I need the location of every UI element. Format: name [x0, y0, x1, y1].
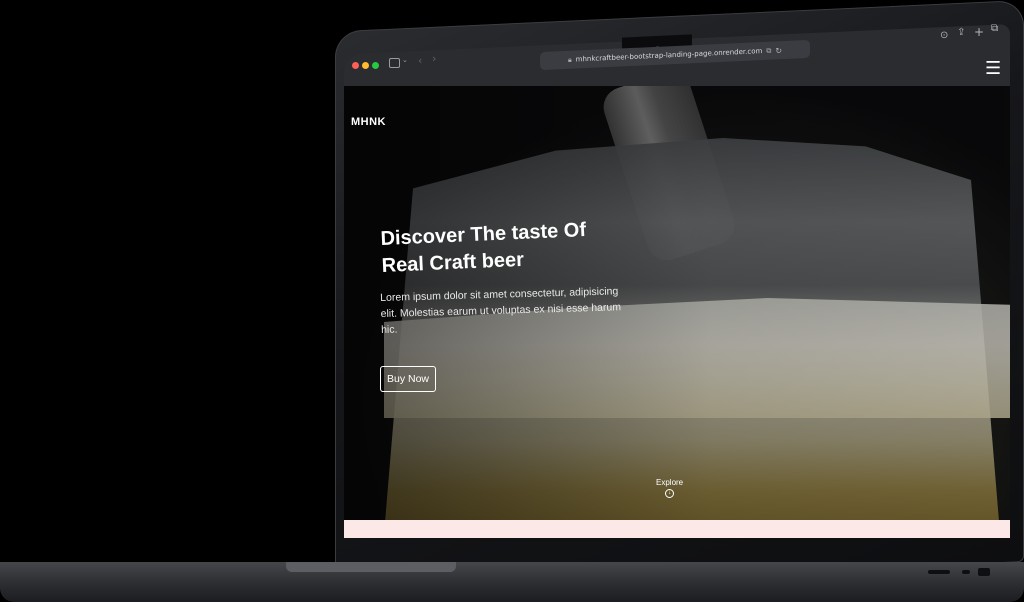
sd-card-slot	[978, 568, 990, 576]
brand-logo[interactable]: MHNK	[351, 116, 386, 128]
usb-c-port	[962, 570, 970, 574]
new-tab-icon[interactable]: +	[974, 25, 984, 39]
zoom-window-button[interactable]	[372, 62, 379, 69]
share-icon[interactable]: ⇪	[957, 27, 965, 38]
laptop-hinge-notch	[286, 562, 456, 572]
close-window-button[interactable]	[352, 62, 359, 69]
tabs-overview-icon[interactable]: ⧉	[991, 23, 998, 34]
next-section-strip	[344, 520, 1010, 538]
arrow-down-circle-icon: ↓	[665, 489, 675, 498]
back-icon[interactable]: ‹	[418, 54, 422, 67]
hero-description: Lorem ipsum dolor sit amet consectetur, …	[380, 285, 622, 336]
minimize-window-button[interactable]	[362, 62, 369, 69]
url-text: mhnkcraftbeer-bootstrap-landing-page.onr…	[575, 47, 763, 64]
explore-label: Explore	[656, 478, 684, 487]
reload-icon[interactable]: ↻	[775, 46, 782, 55]
hero-title: Discover The taste Of Real Craft beer	[380, 219, 587, 277]
hamburger-menu-icon[interactable]: ☰	[985, 60, 1001, 78]
forward-icon[interactable]: ›	[432, 52, 436, 65]
laptop-base	[0, 562, 1024, 602]
download-icon[interactable]: ⊙	[940, 30, 948, 41]
sidebar-icon[interactable]	[389, 58, 400, 68]
hero-section: MHNK Discover The taste Of Real Craft be…	[344, 86, 1010, 538]
chevron-down-icon[interactable]: ⌄	[402, 56, 408, 64]
translate-icon[interactable]: ⧉	[766, 46, 771, 55]
lock-icon: 🔒︎	[567, 55, 572, 64]
buy-now-button[interactable]: Buy Now	[380, 366, 436, 392]
explore-link[interactable]: Explore ↓	[656, 478, 683, 498]
hdmi-port	[928, 570, 950, 574]
